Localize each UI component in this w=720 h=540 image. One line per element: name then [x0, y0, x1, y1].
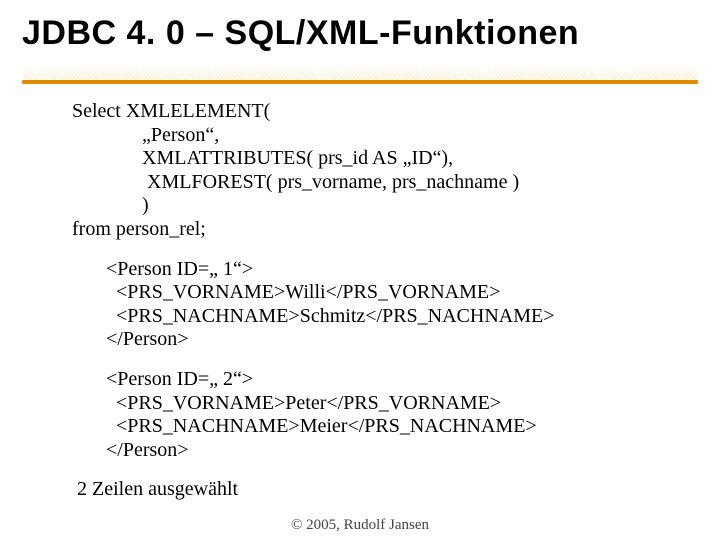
underline-bar: [22, 80, 698, 84]
sql-line: XMLATTRIBUTES( prs_id AS „ID“),: [72, 147, 680, 171]
xml-result-2: <Person ID=„ 2“> <PRS_VORNAME>Peter</PRS…: [72, 368, 680, 462]
xml-line: <Person ID=„ 1“>: [106, 258, 680, 282]
slide-body: Select XMLELEMENT( „Person“, XMLATTRIBUT…: [72, 100, 680, 502]
sql-block: Select XMLELEMENT( „Person“, XMLATTRIBUT…: [72, 100, 680, 242]
sql-line: ): [72, 194, 680, 218]
sql-line: from person_rel;: [72, 218, 680, 242]
slide-title: JDBC 4. 0 – SQL/XML-Funktionen: [22, 14, 579, 53]
xml-line: <PRS_NACHNAME>Meier</PRS_NACHNAME>: [106, 415, 680, 439]
rowcount-line: 2 Zeilen ausgewählt: [72, 478, 680, 502]
sql-line: XMLFOREST( prs_vorname, prs_nachname ): [72, 171, 680, 195]
xml-line: </Person>: [106, 328, 680, 352]
xml-result-1: <Person ID=„ 1“> <PRS_VORNAME>Willi</PRS…: [72, 258, 680, 352]
title-underline: [22, 60, 698, 84]
sql-line: „Person“,: [72, 124, 680, 148]
xml-line: <PRS_VORNAME>Peter</PRS_VORNAME>: [106, 392, 680, 416]
xml-line: </Person>: [106, 439, 680, 463]
sql-line: Select XMLELEMENT(: [72, 100, 680, 124]
copyright-footer: © 2005, Rudolf Jansen: [291, 517, 429, 534]
xml-line: <PRS_NACHNAME>Schmitz</PRS_NACHNAME>: [106, 305, 680, 329]
xml-line: <PRS_VORNAME>Willi</PRS_VORNAME>: [106, 281, 680, 305]
xml-line: <Person ID=„ 2“>: [106, 368, 680, 392]
slide: JDBC 4. 0 – SQL/XML-Funktionen Select XM…: [0, 0, 720, 540]
